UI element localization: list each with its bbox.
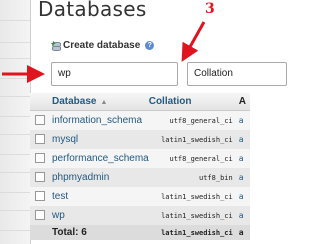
down-arrow-icon [181, 21, 206, 62]
annotation-arrows [2, 21, 206, 83]
annotation-number: 3 [205, 1, 215, 17]
